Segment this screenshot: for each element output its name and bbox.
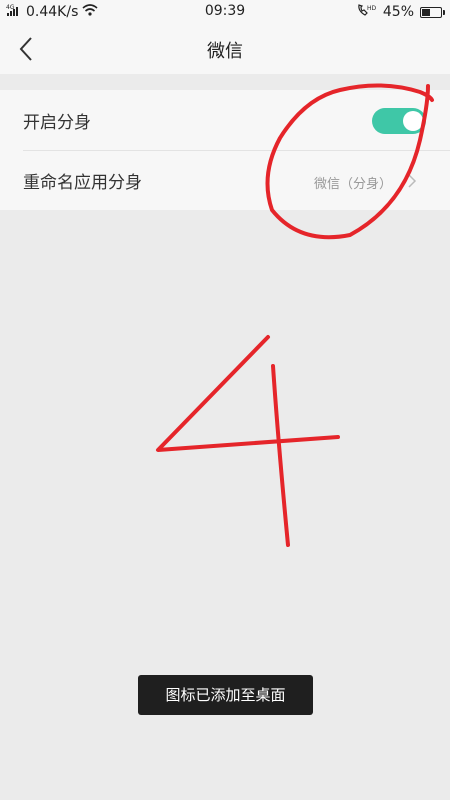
rename-clone-row[interactable]: 重命名应用分身 微信（分身） [23,150,450,210]
settings-list: 开启分身 重命名应用分身 微信（分身） [0,90,450,210]
battery-percent: 45% [382,4,414,20]
svg-text:HD: HD [367,5,377,12]
nav-bar: 微信 [0,24,450,74]
status-bar: 4G 0.44K/s 09:39 HD 45% [0,0,450,24]
annotation-digit-four [156,335,340,547]
page-title: 微信 [207,41,243,62]
status-right: HD 45% [357,3,445,21]
enable-clone-label: 开启分身 [23,112,91,133]
toast-message: 图标已添加至桌面 [138,675,313,715]
battery-fill [422,8,430,16]
enable-clone-row: 开启分身 [0,90,450,150]
toggle-knob [403,111,423,131]
battery-icon [420,6,445,18]
rename-clone-value: 微信（分身） [313,177,392,192]
rename-clone-label: 重命名应用分身 [23,173,142,193]
hd-call-icon: HD [357,3,377,21]
chevron-right-icon [408,174,417,188]
enable-clone-toggle[interactable] [372,108,426,134]
